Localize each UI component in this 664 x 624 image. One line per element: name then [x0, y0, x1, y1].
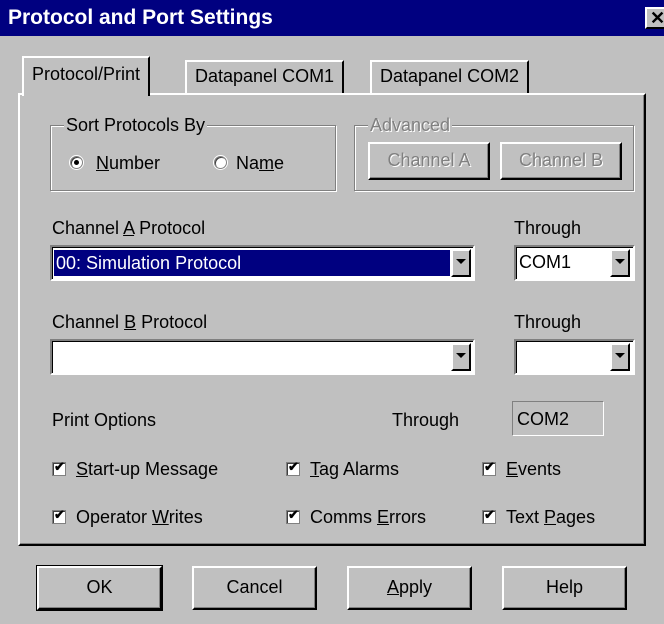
print-through-value: COM2 — [517, 409, 570, 429]
channel-a-through-value: COM1 — [519, 252, 572, 272]
radio-name-label: Name — [236, 153, 285, 173]
checkbox-label: Comms Errors — [310, 507, 427, 527]
checkbox-indicator: ✔ — [482, 507, 496, 524]
close-icon: ✕ — [650, 8, 664, 28]
checkbox-label: Operator Writes — [76, 507, 203, 527]
radio-number[interactable]: Number — [70, 152, 190, 174]
channel-a-button[interactable]: Channel A — [368, 142, 490, 180]
checkbox-indicator: ✔ — [286, 507, 300, 524]
checkbox-text-pages[interactable]: ✔ Text Pages — [482, 506, 632, 528]
print-through-value-box: COM2 — [512, 401, 604, 436]
dropdown-button[interactable] — [451, 249, 471, 277]
channel-b-button[interactable]: Channel B — [500, 142, 622, 180]
print-through-label: Through — [392, 410, 460, 430]
checkbox-comms-errors[interactable]: ✔ Comms Errors — [286, 506, 466, 528]
channel-b-protocol-select[interactable] — [50, 339, 475, 375]
channel-a-protocol-select[interactable]: 00: Simulation Protocol — [50, 245, 475, 281]
channel-b-through-label: Through — [514, 312, 582, 332]
checkbox-startup-message[interactable]: ✔ Start-up Message — [52, 458, 262, 480]
chevron-down-icon — [456, 259, 466, 264]
apply-button[interactable]: Apply — [347, 566, 472, 610]
check-icon: ✔ — [54, 459, 65, 474]
channel-b-protocol-label: Channel B Protocol — [52, 312, 208, 332]
window-title: Protocol and Port Settings — [8, 6, 273, 29]
dropdown-button[interactable] — [451, 343, 471, 371]
tab-datapanel-com2[interactable]: Datapanel COM2 — [370, 60, 530, 93]
title-bar: Protocol and Port Settings ✕ — [0, 0, 664, 36]
check-icon: ✔ — [484, 459, 495, 474]
help-button[interactable]: Help — [502, 566, 627, 610]
tab-datapanel-com1[interactable]: Datapanel COM1 — [185, 60, 345, 93]
checkbox-label: Tag Alarms — [310, 459, 400, 479]
checkbox-indicator: ✔ — [52, 507, 66, 524]
radio-number-label: Number — [96, 153, 161, 173]
check-icon: ✔ — [288, 459, 299, 474]
checkbox-label: Text Pages — [506, 507, 596, 527]
radio-dot — [74, 160, 79, 165]
channel-a-protocol-value: 00: Simulation Protocol — [54, 250, 450, 276]
chevron-down-icon — [615, 259, 625, 264]
checkbox-indicator: ✔ — [286, 459, 300, 476]
check-icon: ✔ — [54, 507, 65, 522]
channel-a-through-label: Through — [514, 218, 582, 238]
radio-indicator — [70, 156, 83, 169]
tab-label: Protocol/Print — [32, 64, 141, 84]
checkbox-events[interactable]: ✔ Events — [482, 458, 592, 480]
tab-protocol-print[interactable]: Protocol/Print — [22, 56, 151, 96]
chevron-down-icon — [615, 353, 625, 358]
channel-a-through-select[interactable]: COM1 — [514, 245, 635, 281]
checkbox-tag-alarms[interactable]: ✔ Tag Alarms — [286, 458, 446, 480]
print-options-label: Print Options — [52, 410, 157, 430]
checkbox-label: Start-up Message — [76, 459, 219, 479]
checkbox-operator-writes[interactable]: ✔ Operator Writes — [52, 506, 262, 528]
advanced-legend: Advanced — [368, 115, 453, 135]
channel-a-protocol-label: Channel A Protocol — [52, 218, 206, 238]
tab-label: Datapanel COM1 — [195, 66, 335, 86]
check-icon: ✔ — [288, 507, 299, 522]
tab-label: Datapanel COM2 — [380, 66, 520, 86]
radio-indicator — [214, 156, 227, 169]
ok-button[interactable]: OK — [36, 565, 163, 611]
channel-b-through-select[interactable] — [514, 339, 635, 375]
checkbox-indicator: ✔ — [482, 459, 496, 476]
checkbox-indicator: ✔ — [52, 459, 66, 476]
cancel-button[interactable]: Cancel — [192, 566, 317, 610]
checkbox-label: Events — [506, 459, 562, 479]
chevron-down-icon — [456, 353, 466, 358]
close-button[interactable]: ✕ — [645, 7, 664, 29]
dropdown-button[interactable] — [610, 249, 630, 277]
radio-name[interactable]: Name — [214, 152, 314, 174]
sort-protocols-legend: Sort Protocols By — [64, 115, 208, 135]
dropdown-button[interactable] — [610, 343, 630, 371]
check-icon: ✔ — [484, 507, 495, 522]
